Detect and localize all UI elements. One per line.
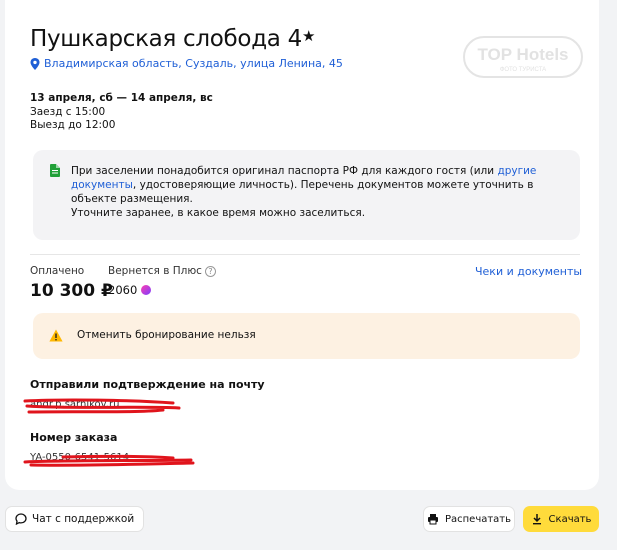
plus-points-icon xyxy=(141,285,152,295)
checkin-time: Заезд с 15:00 xyxy=(30,105,106,118)
download-label: Скачать xyxy=(548,513,592,525)
watermark-brand: TOP Hotels xyxy=(477,45,568,64)
order-number-label: Номер заказа xyxy=(30,431,118,444)
location-pin-icon xyxy=(30,57,40,70)
plus-cashback-value: 2060 xyxy=(108,283,152,297)
address-text: Владимирская область, Суздаль, улица Лен… xyxy=(44,57,343,70)
download-icon xyxy=(532,514,541,525)
cashback-amount: 2060 xyxy=(108,283,138,297)
printer-icon xyxy=(427,514,438,525)
notice-part1: При заселении понадобится оригинал паспо… xyxy=(71,165,498,177)
warning-icon xyxy=(49,329,63,342)
receipts-documents-link[interactable]: Чеки и документы xyxy=(475,265,582,278)
cancel-warning-text: Отменить бронирование нельзя xyxy=(77,329,256,341)
booking-card: Пушкарская слобода 4★ Владимирская облас… xyxy=(5,0,599,490)
document-icon xyxy=(50,164,60,177)
paid-label: Оплачено xyxy=(30,265,85,277)
stay-date-range: 13 апреля, сб — 14 апреля, вс xyxy=(30,92,213,104)
support-chat-label: Чат с поддержкой xyxy=(32,513,135,525)
stay-dates: 13 апреля, сб — 14 апреля, вс Заезд с 15… xyxy=(30,92,213,133)
watermark-tagline: ФОТО ТУРИСТА xyxy=(500,67,546,73)
print-button[interactable]: Распечатать xyxy=(423,506,515,532)
checkout-time: Выезд до 12:00 xyxy=(30,119,116,131)
hotel-title: Пушкарская слобода 4★ xyxy=(30,26,315,52)
print-label: Распечатать xyxy=(444,513,512,525)
cashback-label-text: Вернется в Плюс xyxy=(108,265,202,277)
notice-text: При заселении понадобится оригинал паспо… xyxy=(71,164,551,220)
divider xyxy=(30,254,580,255)
hotel-address[interactable]: Владимирская область, Суздаль, улица Лен… xyxy=(30,57,343,70)
plus-cashback-label: Вернется в Плюс ? xyxy=(108,265,216,277)
download-button[interactable]: Скачать xyxy=(523,506,599,532)
confirmation-email: andr.p.sarnikov.ru xyxy=(30,399,120,410)
help-icon[interactable]: ? xyxy=(204,265,216,277)
confirmation-label: Отправили подтверждение на почту xyxy=(30,378,265,391)
cancel-warning: Отменить бронирование нельзя xyxy=(33,313,580,359)
paid-amount: 10 300 ₽ xyxy=(30,281,113,301)
support-chat-button[interactable]: Чат с поддержкой xyxy=(5,506,145,532)
order-number: YA-0550-6541-5614 xyxy=(30,452,130,463)
tophotels-watermark-logo: TOP Hotels ФОТО ТУРИСТА xyxy=(463,36,583,78)
star-icon: ★ xyxy=(301,27,316,45)
chat-bubble-icon xyxy=(15,513,27,525)
hotel-name: Пушкарская слобода 4 xyxy=(30,26,302,52)
notice-part2: , удостоверяющие личность). Перечень док… xyxy=(71,179,534,205)
documents-notice: При заселении понадобится оригинал паспо… xyxy=(33,150,580,240)
notice-line2: Уточните заранее, в какое время можно за… xyxy=(71,207,366,219)
